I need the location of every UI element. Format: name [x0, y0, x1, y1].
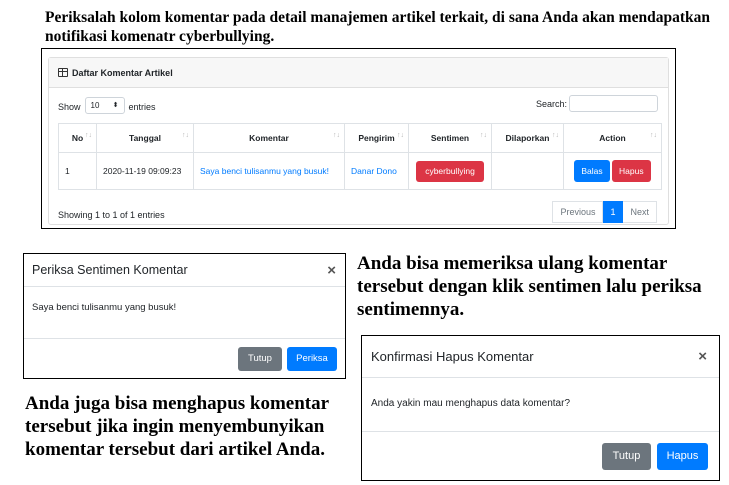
confirm-delete-button[interactable]: Hapus: [657, 442, 708, 470]
search-label: Search:: [535, 98, 567, 109]
delete-button[interactable]: Hapus: [612, 160, 651, 182]
article-comments-screenshot: Daftar Komentar Artikel Show 10 ⬍ entrie…: [41, 48, 676, 229]
column-header-pengirim[interactable]: Pengirim ↑↓: [344, 123, 409, 153]
comment-table: No ↑↓ Tanggal ↑↓ Komentar ↑↓ Pengirim ↑↓ Sen…: [58, 123, 662, 190]
cell-pengirim-link[interactable]: Danar Dono: [344, 152, 409, 190]
reply-button[interactable]: Balas: [574, 160, 610, 182]
column-header-no[interactable]: No ↑↓: [58, 123, 97, 153]
table-header-row: No ↑↓ Tanggal ↑↓ Komentar ↑↓ Pengirim ↑↓ Sen…: [58, 123, 662, 153]
sort-icon: ↑↓: [85, 132, 92, 139]
modal-title: Periksa Sentimen Komentar: [32, 263, 188, 277]
delete-confirm-modal: Konfirmasi Hapus Komentar × Anda yakin m…: [361, 335, 720, 481]
modal-footer: Tutup Hapus: [362, 432, 719, 480]
pagination-previous[interactable]: Previous: [552, 201, 604, 223]
sort-icon: ↑↓: [182, 132, 189, 139]
sort-icon: ↑↓: [650, 132, 657, 139]
check-sentiment-modal: Periksa Sentimen Komentar × Saya benci t…: [23, 253, 346, 379]
modal-body-comment: Saya benci tulisanmu yang busuk!: [24, 287, 345, 339]
sort-icon: ↑↓: [480, 132, 487, 139]
close-button[interactable]: Tutup: [602, 442, 651, 470]
entries-label: entries: [128, 101, 156, 112]
pagination: Previous 1 Next: [552, 201, 657, 223]
sentiment-cyberbullying-button[interactable]: cyberbullying: [416, 160, 484, 182]
intro-instruction: Periksalah kolom komentar pada detail ma…: [45, 9, 710, 45]
check-button[interactable]: Periksa: [287, 346, 337, 371]
pagination-next[interactable]: Next: [623, 201, 657, 223]
sort-icon: ↑↓: [397, 132, 404, 139]
cell-no: 1: [58, 152, 97, 190]
table-row: 1 2020-11-19 09:09:23 Saya benci tulisan…: [58, 152, 662, 190]
close-icon[interactable]: ×: [327, 262, 336, 279]
modal-body-question: Anda yakin mau menghapus data komentar?: [362, 378, 719, 432]
column-header-action[interactable]: Action ↑↓: [563, 123, 662, 153]
card-header: Daftar Komentar Artikel: [49, 58, 668, 88]
comment-list-card: Daftar Komentar Artikel Show 10 ⬍ entrie…: [48, 57, 669, 225]
cell-sentimen: cyberbullying: [408, 152, 492, 190]
column-header-tanggal[interactable]: Tanggal ↑↓: [96, 123, 194, 153]
close-icon[interactable]: ×: [698, 348, 707, 365]
note-delete-comment: Anda juga bisa menghapus komentar terseb…: [25, 393, 329, 460]
column-header-komentar[interactable]: Komentar ↑↓: [193, 123, 345, 153]
page-size-select[interactable]: 10 ⬍: [84, 97, 125, 114]
table-controls: Show 10 ⬍ entries Search:: [58, 95, 658, 115]
show-label: Show: [58, 101, 81, 112]
card-title: Daftar Komentar Artikel: [72, 67, 173, 78]
modal-header: Periksa Sentimen Komentar ×: [24, 254, 345, 287]
table-icon: [58, 68, 68, 77]
page-size-value: 10: [90, 101, 100, 110]
pagination-page-1[interactable]: 1: [603, 201, 624, 223]
column-header-sentimen[interactable]: Sentimen ↑↓: [408, 123, 492, 153]
cell-action: Balas Hapus: [563, 152, 662, 190]
modal-title: Konfirmasi Hapus Komentar: [371, 349, 534, 364]
search-control: Search:: [536, 95, 658, 112]
sort-icon: ↑↓: [333, 132, 340, 139]
table-info: Showing 1 to 1 of 1 entries: [58, 210, 165, 220]
cell-tanggal: 2020-11-19 09:09:23: [96, 152, 194, 190]
cell-dilaporkan: [491, 152, 564, 190]
modal-footer: Tutup Periksa: [24, 339, 345, 378]
sort-icon: ↑↓: [552, 132, 559, 139]
modal-header: Konfirmasi Hapus Komentar ×: [362, 336, 719, 378]
close-button[interactable]: Tutup: [238, 346, 282, 371]
search-input[interactable]: [569, 95, 658, 112]
page-length-control: Show 10 ⬍ entries: [58, 97, 156, 114]
cell-komentar-link[interactable]: Saya benci tulisanmu yang busuk!: [193, 152, 345, 190]
column-header-dilaporkan[interactable]: Dilaporkan ↑↓: [491, 123, 564, 153]
select-updown-icon: ⬍: [112, 102, 119, 109]
note-check-sentiment: Anda bisa memeriksa ulang komentar terse…: [357, 253, 702, 320]
